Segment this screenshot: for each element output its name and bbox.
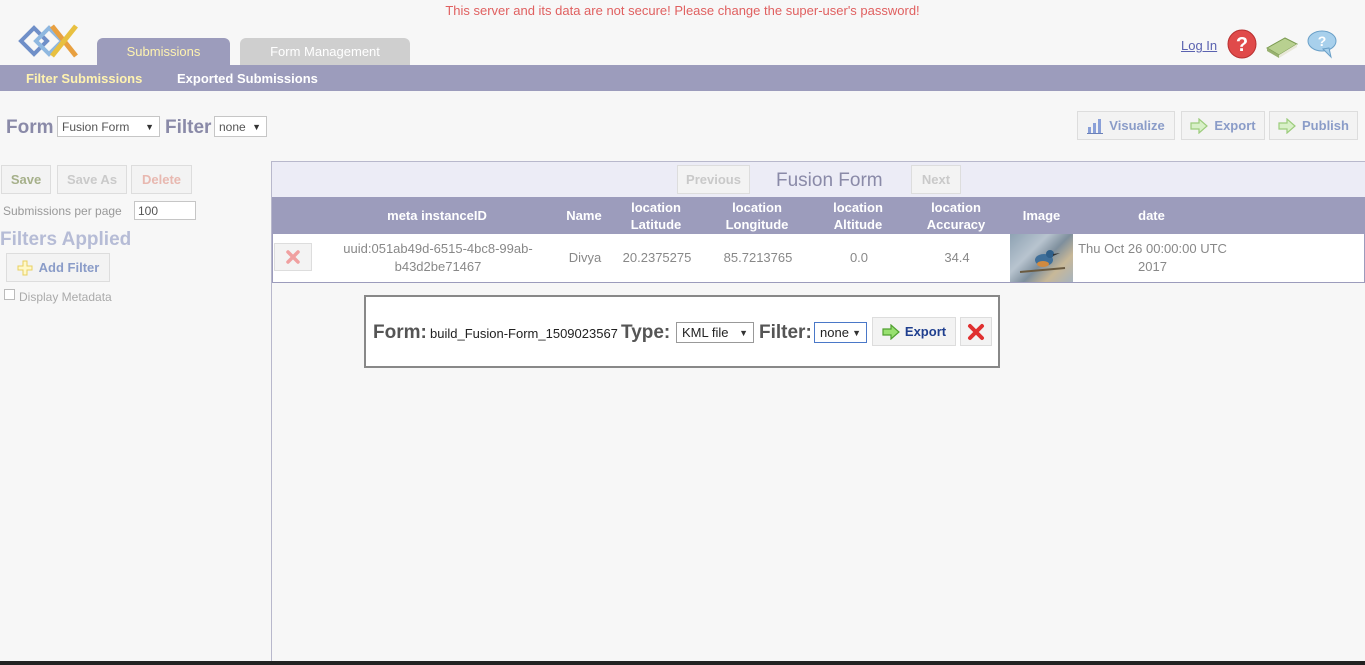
chevron-down-icon: ▼ xyxy=(145,121,154,132)
chevron-down-icon: ▼ xyxy=(852,327,861,338)
display-metadata-label: Display Metadata xyxy=(19,290,112,304)
add-filter-button[interactable]: Add Filter xyxy=(6,253,110,282)
close-icon xyxy=(968,323,984,340)
filter-select-value: none xyxy=(219,119,246,134)
column-header-accuracy[interactable]: location Accuracy xyxy=(906,197,1006,234)
bar-chart-icon xyxy=(1087,118,1104,134)
help-icon[interactable]: ? xyxy=(1226,28,1258,60)
column-header-instance-id[interactable]: meta instanceID xyxy=(312,197,562,234)
export-button[interactable]: Export xyxy=(1181,111,1265,140)
security-warning: This server and its data are not secure!… xyxy=(445,3,920,18)
dialog-export-label: Export xyxy=(904,324,947,339)
column-header-image[interactable]: Image xyxy=(1010,197,1073,234)
cell-accuracy: 34.4 xyxy=(944,250,970,265)
publish-button[interactable]: Publish xyxy=(1269,111,1358,140)
add-filter-label: Add Filter xyxy=(38,260,100,275)
tab-form-management[interactable]: Form Management xyxy=(240,38,410,65)
odk-logo-icon xyxy=(18,24,78,58)
form-select-value: Fusion Form xyxy=(62,119,130,134)
dialog-close-button[interactable] xyxy=(960,317,992,346)
save-button[interactable]: Save xyxy=(1,165,51,194)
svg-text:?: ? xyxy=(1318,33,1327,49)
column-header-date[interactable]: date xyxy=(1074,197,1229,234)
table-header: meta instanceID Name location Latitude l… xyxy=(272,197,1365,234)
tab-submissions[interactable]: Submissions xyxy=(97,38,230,65)
dialog-filter-select[interactable]: none ▼ xyxy=(814,322,867,343)
form-select[interactable]: Fusion Form ▼ xyxy=(57,116,160,137)
cell-longitude: 85.7213765 xyxy=(723,250,793,265)
dialog-export-button[interactable]: Export xyxy=(872,317,956,346)
column-header-latitude[interactable]: location Latitude xyxy=(606,197,706,234)
svg-text:?: ? xyxy=(1236,34,1248,56)
subnav-bar: Filter Submissions Exported Submissions xyxy=(0,65,1365,91)
cell-latitude: 20.2375275 xyxy=(622,250,692,265)
book-icon[interactable] xyxy=(1265,28,1299,60)
dialog-type-value: KML file xyxy=(682,325,729,340)
bird-image-icon xyxy=(1019,250,1066,273)
dialog-form-value: build_Fusion-Form_1509023567 xyxy=(430,326,618,341)
display-metadata-checkbox[interactable] xyxy=(4,289,15,300)
window-bottom-border xyxy=(0,661,1365,665)
login-link[interactable]: Log In xyxy=(1181,38,1217,53)
form-label: Form xyxy=(6,117,54,138)
chevron-down-icon: ▼ xyxy=(739,327,748,338)
publish-label: Publish xyxy=(1302,118,1349,133)
cell-name: Divya xyxy=(568,250,602,265)
previous-button[interactable]: Previous xyxy=(677,165,750,194)
export-label: Export xyxy=(1214,118,1256,133)
dialog-filter-value: none xyxy=(820,325,849,340)
per-page-label: Submissions per page xyxy=(3,204,122,218)
delete-button[interactable]: Delete xyxy=(131,165,192,194)
subnav-exported-submissions[interactable]: Exported Submissions xyxy=(177,71,318,86)
filter-label: Filter xyxy=(165,117,212,138)
per-page-input[interactable]: 100 xyxy=(134,201,196,220)
dialog-type-label: Type: xyxy=(621,322,671,343)
cell-date: Thu Oct 26 00:00:00 UTC 2017 xyxy=(1078,241,1227,274)
next-button[interactable]: Next xyxy=(911,165,961,194)
arrow-right-icon xyxy=(1190,117,1209,134)
form-title: Fusion Form xyxy=(776,170,883,191)
feedback-icon[interactable]: ? xyxy=(1305,28,1339,60)
delete-row-button[interactable] xyxy=(274,243,312,271)
arrow-right-icon xyxy=(1278,117,1296,134)
cell-altitude: 0.0 xyxy=(849,250,869,265)
cell-instance-id: uuid:051ab49d-6515-4bc8-99ab-b43d2be7146… xyxy=(343,241,533,274)
filter-select[interactable]: none ▼ xyxy=(214,116,267,137)
table-row: uuid:051ab49d-6515-4bc8-99ab-b43d2be7146… xyxy=(272,234,1365,283)
save-as-button[interactable]: Save As xyxy=(57,165,127,194)
arrow-right-icon xyxy=(882,323,900,340)
column-header-name[interactable]: Name xyxy=(554,197,614,234)
plus-icon xyxy=(17,260,33,275)
bird-photo-thumbnail[interactable] xyxy=(1010,234,1073,282)
subnav-filter-submissions[interactable]: Filter Submissions xyxy=(26,71,142,86)
dialog-filter-label: Filter: xyxy=(759,322,812,343)
chevron-down-icon: ▼ xyxy=(252,121,261,132)
column-header-longitude[interactable]: location Longitude xyxy=(707,197,807,234)
visualize-label: Visualize xyxy=(1109,118,1165,133)
column-header-altitude[interactable]: location Altitude xyxy=(808,197,908,234)
filters-applied-heading: Filters Applied xyxy=(0,229,132,250)
close-icon xyxy=(286,250,300,264)
dialog-type-select[interactable]: KML file ▼ xyxy=(676,322,754,343)
visualize-button[interactable]: Visualize xyxy=(1077,111,1175,140)
dialog-form-label: Form: xyxy=(373,322,427,343)
